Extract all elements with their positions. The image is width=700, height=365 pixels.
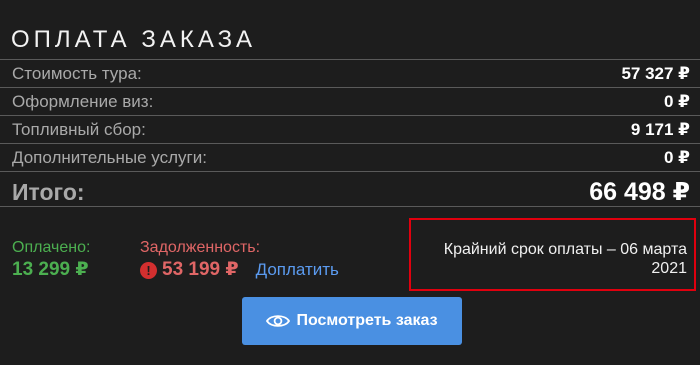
order-payment-panel: ОПЛАТА ЗАКАЗА Стоимость тура: 57 327 ₽ О… [0,0,700,365]
total-label: Итого: [12,179,85,205]
debt-line: ! 53 199 ₽ Доплатить [140,258,339,282]
row-label: Топливный сбор: [12,120,146,139]
page-title: ОПЛАТА ЗАКАЗА [11,26,257,53]
deadline-year: 2021 [651,260,687,277]
debt-amount: 53 199 ₽ [162,259,239,280]
row-value: 0 ₽ [663,148,690,167]
row-value: 0 ₽ [663,92,690,111]
total-value: 66 498 ₽ [589,178,690,206]
pay-more-link[interactable]: Доплатить [256,258,339,282]
debt-block: Задолженность: ! 53 199 ₽ Доплатить [140,238,339,282]
row-value: 57 327 ₽ [621,64,690,83]
view-order-label: Посмотреть заказ [296,312,438,329]
cost-breakdown: Стоимость тура: 57 327 ₽ Оформление виз:… [0,59,700,207]
row-fuel-surcharge: Топливный сбор: 9 171 ₽ [0,115,700,143]
row-label: Дополнительные услуги: [12,148,207,167]
row-visa: Оформление виз: 0 ₽ [0,87,700,115]
row-tour-cost: Стоимость тура: 57 327 ₽ [0,59,700,87]
debt-label: Задолженность: [140,239,261,256]
warning-icon: ! [140,261,157,279]
row-label: Стоимость тура: [12,64,142,83]
paid-amount: 13 299 ₽ [12,259,89,280]
paid-block: Оплачено: 13 299 ₽ [12,238,90,282]
row-label: Оформление виз: [12,92,154,111]
row-extra-services: Дополнительные услуги: 0 ₽ [0,143,700,171]
paid-label: Оплачено: [12,239,91,256]
deadline-text: Крайний срок оплаты – 06 марта [443,241,687,258]
row-total: Итого: 66 498 ₽ [0,171,700,207]
eye-icon [266,313,291,329]
row-value: 9 171 ₽ [630,120,690,139]
payment-deadline: Крайний срок оплаты – 06 марта 2021 [409,218,696,291]
view-order-button[interactable]: Посмотреть заказ [242,297,462,345]
